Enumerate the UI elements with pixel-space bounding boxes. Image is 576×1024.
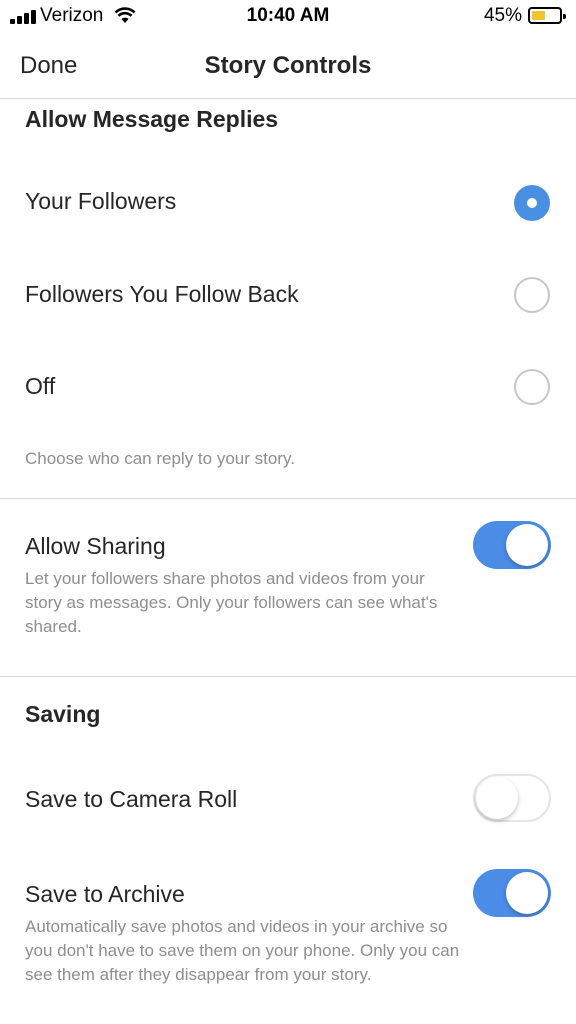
save-to-archive-toggle[interactable] [473,869,551,917]
toggle-knob [476,777,518,819]
page-title: Story Controls [204,52,372,79]
option-your-followers-label[interactable]: Your Followers [25,188,176,215]
save-to-archive-label: Save to Archive [25,881,185,907]
option-your-followers-radio[interactable] [514,185,550,221]
divider [0,498,576,499]
battery-percentage: 45% [483,5,522,26]
replies-helper-text: Choose who can reply to your story. [25,449,295,468]
toggle-knob [506,872,548,914]
option-followers-you-follow-back-radio[interactable] [514,277,550,313]
status-bar: Verizon 10:40 AM 45% [0,0,576,34]
save-to-archive-description: Automatically save photos and videos in … [25,917,460,984]
battery-icon [528,7,566,24]
navigation-bar: Done Story Controls [0,34,576,99]
option-off-label[interactable]: Off [25,373,55,400]
divider [0,676,576,677]
toggle-knob [506,524,548,566]
save-to-camera-roll-label: Save to Camera Roll [25,786,238,812]
option-followers-you-follow-back-label[interactable]: Followers You Follow Back [25,281,299,308]
option-off-radio[interactable] [514,369,550,405]
save-to-camera-roll-toggle[interactable] [473,774,551,822]
message-replies-heading: Allow Message Replies [25,106,279,132]
allow-sharing-toggle[interactable] [473,521,551,569]
allow-sharing-label: Allow Sharing [25,533,166,559]
saving-heading: Saving [25,701,101,727]
allow-sharing-description: Let your followers share photos and vide… [25,569,438,636]
